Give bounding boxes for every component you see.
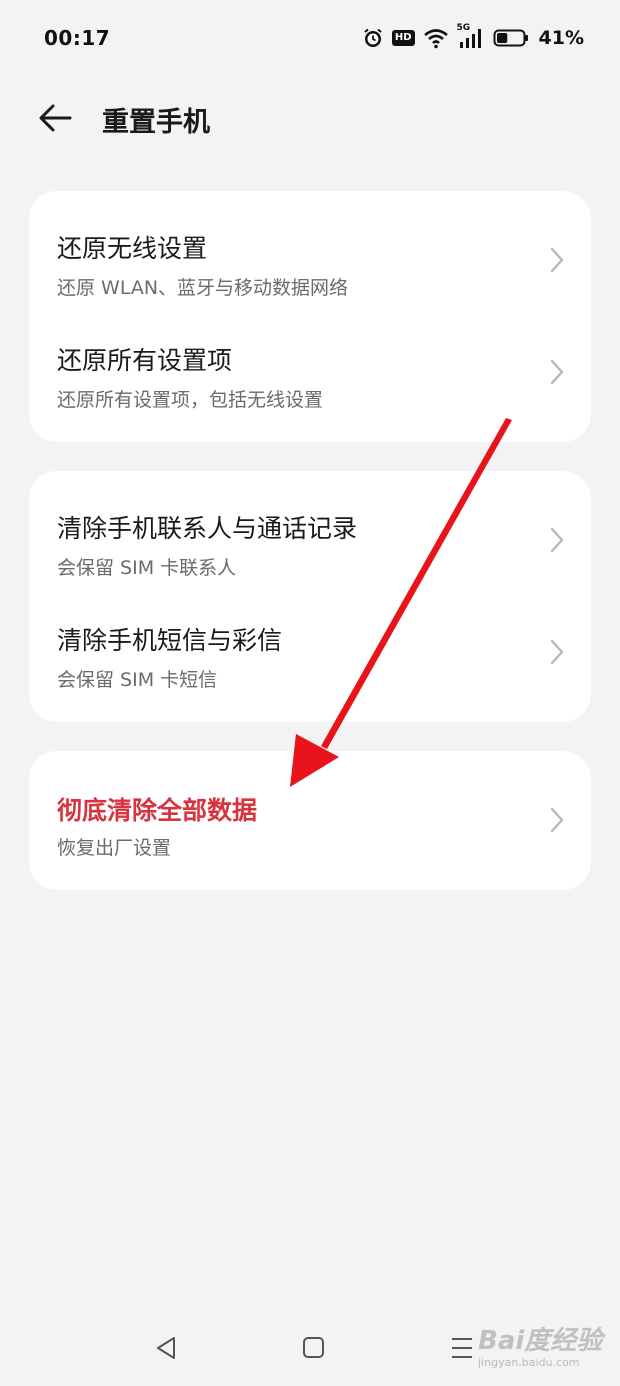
menu-lines-icon [452, 1338, 472, 1358]
list-item-restore-wireless[interactable]: 还原无线设置 还原 WLAN、蓝牙与移动数据网络 [29, 191, 591, 303]
item-title: 彻底清除全部数据 [57, 796, 258, 825]
list-item-clear-contacts[interactable]: 清除手机联系人与通话记录 会保留 SIM 卡联系人 [29, 471, 591, 583]
back-button[interactable] [34, 98, 78, 138]
nav-home-button[interactable] [294, 1330, 334, 1366]
header: 重置手机 [0, 86, 620, 150]
list-item-restore-all-settings[interactable]: 还原所有设置项 还原所有设置项，包括无线设置 [29, 303, 591, 415]
nav-back-button[interactable] [146, 1330, 186, 1366]
list-item-clear-messages[interactable]: 清除手机短信与彩信 会保留 SIM 卡短信 [29, 583, 591, 695]
item-subtitle: 会保留 SIM 卡联系人 [57, 557, 237, 579]
list-item-erase-all-data[interactable]: 彻底清除全部数据 恢复出厂设置 [29, 751, 591, 890]
chevron-right-icon [550, 807, 564, 833]
alarm-icon [362, 27, 384, 49]
status-bar: 00:17 HD 5G 41% [0, 0, 620, 76]
chevron-right-icon [550, 359, 564, 385]
battery-percent: 41% [538, 27, 584, 49]
item-subtitle: 还原所有设置项，包括无线设置 [57, 389, 324, 411]
hd-badge-icon: HD [391, 30, 415, 46]
wifi-icon [423, 27, 449, 49]
page-title: 重置手机 [102, 107, 210, 138]
item-title: 清除手机短信与彩信 [57, 626, 283, 655]
watermark-url: jingyan.baidu.com [478, 1356, 580, 1369]
chevron-right-icon [550, 639, 564, 665]
watermark-logo: Bai度经验 [478, 1326, 603, 1356]
item-subtitle: 会保留 SIM 卡短信 [57, 669, 218, 691]
triangle-back-icon [157, 1337, 175, 1359]
chevron-right-icon [550, 527, 564, 553]
item-title: 还原所有设置项 [57, 346, 233, 375]
nav-recents-button[interactable] [442, 1330, 482, 1366]
settings-group-clear: 清除手机联系人与通话记录 会保留 SIM 卡联系人 清除手机短信与彩信 会保留 … [29, 471, 591, 722]
item-subtitle: 还原 WLAN、蓝牙与移动数据网络 [57, 277, 349, 299]
arrow-left-icon [39, 104, 72, 132]
status-icons: HD 5G 41% [362, 23, 584, 52]
signal-5g-icon: 5G [457, 23, 485, 50]
item-title: 清除手机联系人与通话记录 [57, 514, 358, 543]
square-home-icon [303, 1337, 324, 1358]
battery-icon [493, 28, 529, 48]
settings-group-factory-reset: 彻底清除全部数据 恢复出厂设置 [29, 751, 591, 890]
status-time: 00:17 [44, 26, 111, 50]
chevron-right-icon [550, 247, 564, 273]
settings-group-reset: 还原无线设置 还原 WLAN、蓝牙与移动数据网络 还原所有设置项 还原所有设置项… [29, 191, 591, 442]
item-title: 还原无线设置 [57, 234, 208, 263]
item-subtitle: 恢复出厂设置 [57, 837, 172, 859]
